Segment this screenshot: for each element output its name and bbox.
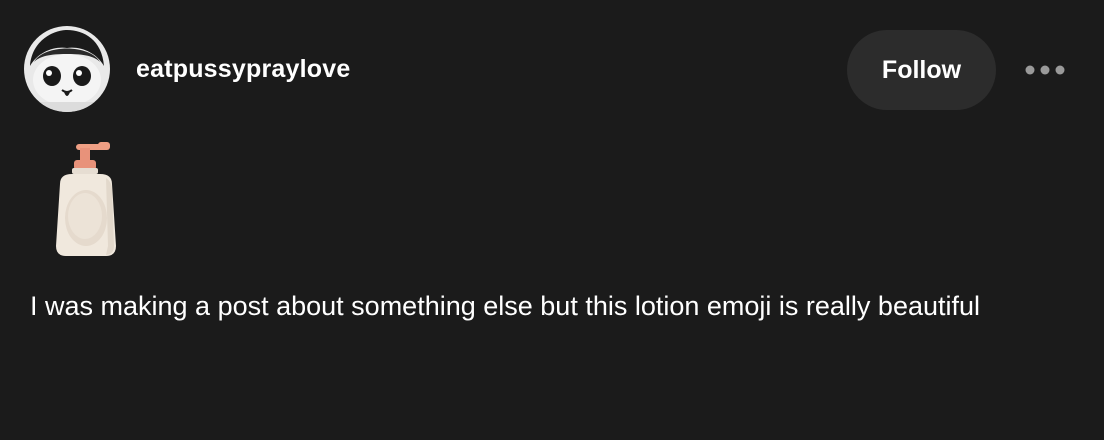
more-dots-icon [1025, 65, 1065, 75]
more-options-button[interactable] [1020, 56, 1070, 84]
post-body-text: I was making a post about something else… [30, 291, 981, 321]
lotion-bottle-icon [56, 142, 116, 256]
avatar-face-icon [24, 26, 110, 112]
post-card: eatpussypraylove Follow I was making a p… [0, 0, 1104, 440]
username[interactable]: eatpussypraylove [136, 55, 350, 84]
follow-button[interactable]: Follow [847, 30, 996, 110]
avatar[interactable] [24, 26, 110, 112]
lotion-bottle-emoji [50, 138, 130, 260]
post-header: eatpussypraylove Follow [24, 26, 1080, 114]
